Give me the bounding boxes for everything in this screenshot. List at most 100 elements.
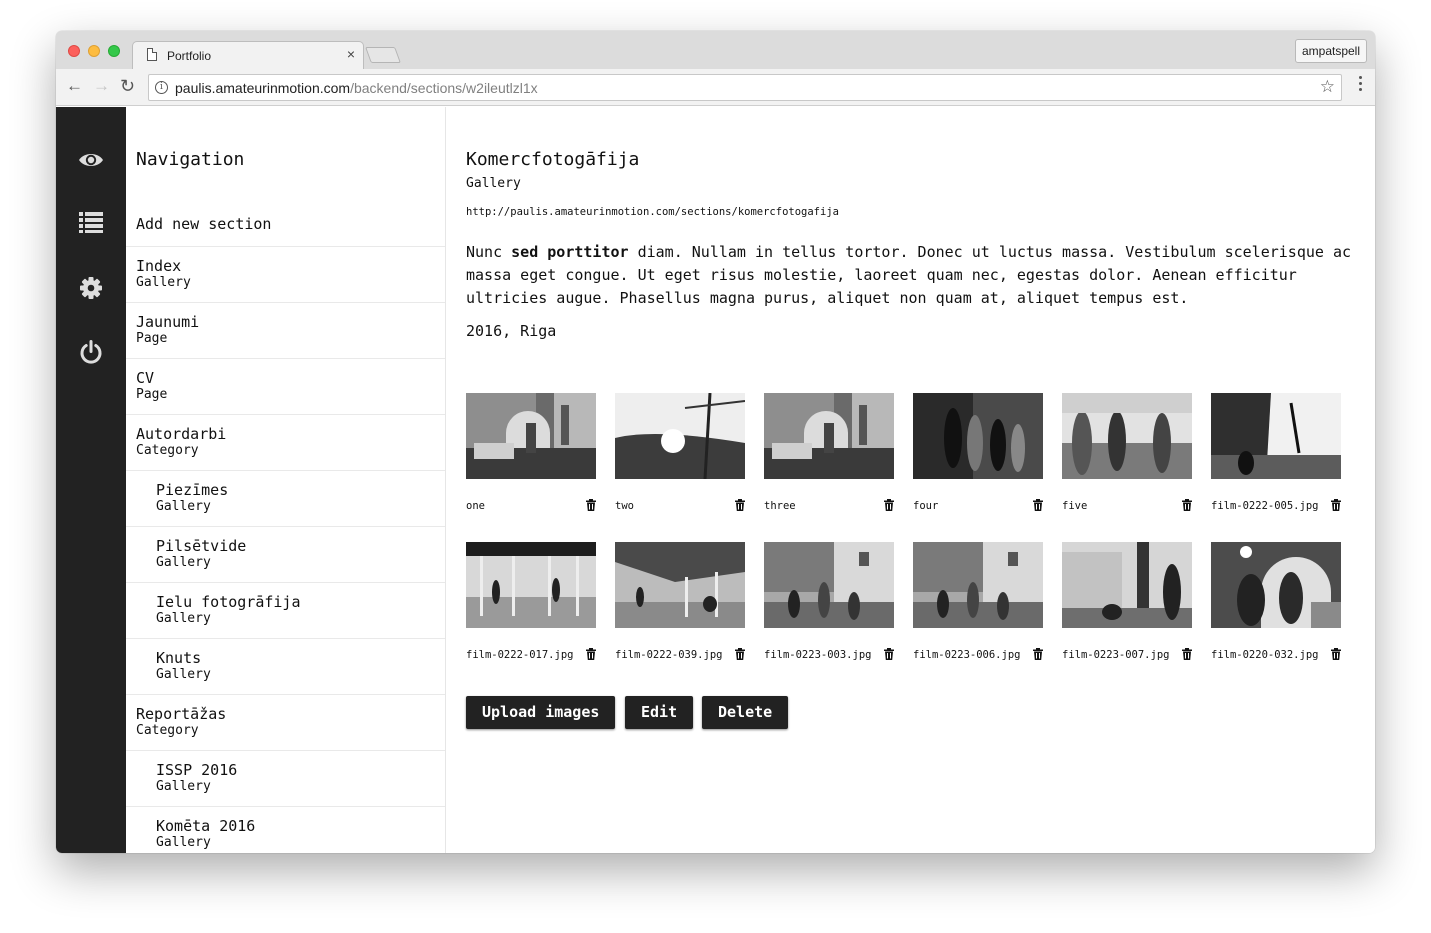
sidebar-item-name: Ielu fotogrāfija <box>156 593 301 611</box>
image-label: five <box>1062 500 1088 512</box>
sidebar-item-name: Pilsētvide <box>156 537 247 555</box>
trash-icon[interactable] <box>1331 499 1341 511</box>
image-label: two <box>615 500 634 512</box>
add-section-link[interactable]: Add new section <box>136 215 271 233</box>
new-tab-button[interactable] <box>365 47 401 63</box>
trash-icon[interactable] <box>1182 499 1192 511</box>
sidebar-item[interactable]: Index Gallery <box>126 246 445 302</box>
zoom-window-button[interactable] <box>108 45 120 57</box>
section-title: Komercfotogāfija <box>466 149 640 170</box>
document-icon <box>147 48 157 61</box>
section-meta: 2016, Riga <box>466 322 557 340</box>
gallery-thumbnail[interactable] <box>466 542 596 628</box>
image-label: film-0222-039.jpg <box>615 649 723 661</box>
info-icon[interactable]: i <box>155 81 168 94</box>
url-path: /backend/sections/w2ileutlzl1x <box>350 80 538 96</box>
trash-icon[interactable] <box>586 499 596 511</box>
section-url[interactable]: http://paulis.amateurinmotion.com/sectio… <box>466 206 839 218</box>
power-icon[interactable] <box>78 339 104 365</box>
reload-icon[interactable]: ↻ <box>120 77 135 95</box>
tab-close-icon[interactable]: × <box>347 47 355 61</box>
gallery-thumbnail[interactable] <box>615 542 745 628</box>
browser-tab[interactable]: Portfolio × <box>132 41 364 69</box>
description-text-start: Nunc <box>466 243 512 261</box>
gallery-thumbnail[interactable] <box>615 393 745 479</box>
image-label: four <box>913 500 939 512</box>
navigation-sidebar: Navigation Add new section Index Gallery J… <box>126 107 446 853</box>
sidebar-item-name: Knuts <box>156 649 202 667</box>
profile-button[interactable]: ampatspell <box>1294 39 1367 63</box>
sidebar-item-type: Gallery <box>156 555 211 570</box>
trash-icon[interactable] <box>1331 648 1341 660</box>
trash-icon[interactable] <box>884 499 894 511</box>
gallery-thumbnail[interactable] <box>913 393 1043 479</box>
trash-icon[interactable] <box>1033 499 1043 511</box>
url-text: paulis.amateurinmotion.com/backend/secti… <box>175 80 538 96</box>
gallery-thumbnail[interactable] <box>1062 542 1192 628</box>
list-icon[interactable] <box>78 209 104 235</box>
sidebar-item-type: Gallery <box>136 275 191 290</box>
sidebar-item-type: Gallery <box>156 835 211 850</box>
delete-button[interactable]: Delete <box>702 696 789 729</box>
sidebar-item-name: Reportāžas <box>136 705 227 723</box>
image-label: film-0222-017.jpg <box>466 649 574 661</box>
image-label: film-0223-006.jpg <box>913 649 1021 661</box>
gallery-thumbnail[interactable] <box>764 393 894 479</box>
sidebar-item-name: Komēta 2016 <box>156 817 256 835</box>
image-label: film-0222-005.jpg <box>1211 500 1319 512</box>
edit-button[interactable]: Edit <box>625 696 694 729</box>
sidebar-item-type: Gallery <box>156 499 211 514</box>
sidebar-item[interactable]: ISSP 2016 Gallery <box>126 750 445 806</box>
sidebar-item-type: Page <box>136 331 168 346</box>
address-bar[interactable]: i paulis.amateurinmotion.com/backend/sec… <box>148 74 1342 101</box>
app-area: Navigation Add new section Index Gallery J… <box>56 107 1375 853</box>
browser-window: Portfolio × ampatspell ← → ↻ i paulis.am… <box>56 31 1375 853</box>
sidebar-item-name: Jaunumi <box>136 313 200 331</box>
trash-icon[interactable] <box>735 648 745 660</box>
upload-images-button[interactable]: Upload images <box>466 696 616 729</box>
gallery-thumbnail[interactable] <box>1211 542 1341 628</box>
image-label: film-0220-032.jpg <box>1211 649 1319 661</box>
eye-icon[interactable] <box>78 147 104 173</box>
sidebar-item[interactable]: CV Page <box>126 358 445 414</box>
sidebar-item-type: Gallery <box>156 667 211 682</box>
sidebar-item-type: Page <box>136 387 168 402</box>
title-bar: Portfolio × ampatspell <box>56 31 1375 69</box>
sidebar-item[interactable]: Autordarbi Category <box>126 414 445 470</box>
back-arrow-icon[interactable]: ← <box>66 77 83 95</box>
browser-menu-icon[interactable] <box>1359 76 1363 94</box>
gear-icon[interactable] <box>78 275 104 301</box>
url-host: paulis.amateurinmotion.com <box>175 80 351 96</box>
sidebar-item[interactable]: Komēta 2016 Gallery <box>126 806 445 853</box>
navigation-list: Index Gallery Jaunumi Page CV Page Autordarbi C… <box>126 246 445 853</box>
sidebar-item[interactable]: Knuts Gallery <box>126 638 445 694</box>
sidebar-item[interactable]: Ielu fotogrāfija Gallery <box>126 582 445 638</box>
close-window-button[interactable] <box>68 45 80 57</box>
image-label: three <box>764 500 796 512</box>
sidebar-item-type: Gallery <box>156 779 211 794</box>
minimize-window-button[interactable] <box>88 45 100 57</box>
trash-icon[interactable] <box>586 648 596 660</box>
image-label: one <box>466 500 485 512</box>
sidebar-item-name: Piezīmes <box>156 481 229 499</box>
sidebar-item[interactable]: Piezīmes Gallery <box>126 470 445 526</box>
forward-arrow-icon[interactable]: → <box>93 77 110 95</box>
sidebar-item[interactable]: Pilsētvide Gallery <box>126 526 445 582</box>
bookmark-star-icon[interactable]: ☆ <box>1320 77 1335 97</box>
trash-icon[interactable] <box>884 648 894 660</box>
icon-bar <box>56 107 126 853</box>
sidebar-item[interactable]: Jaunumi Page <box>126 302 445 358</box>
description-bold: sed porttitor <box>511 243 629 261</box>
trash-icon[interactable] <box>1182 648 1192 660</box>
gallery-thumbnail[interactable] <box>1062 393 1192 479</box>
gallery-thumbnail[interactable] <box>1211 393 1341 479</box>
sidebar-item-type: Category <box>136 443 199 458</box>
trash-icon[interactable] <box>1033 648 1043 660</box>
sidebar-item-name: Autordarbi <box>136 425 227 443</box>
gallery-thumbnail[interactable] <box>913 542 1043 628</box>
gallery-thumbnail[interactable] <box>466 393 596 479</box>
sidebar-item-name: ISSP 2016 <box>156 761 238 779</box>
sidebar-item[interactable]: Reportāžas Category <box>126 694 445 750</box>
trash-icon[interactable] <box>735 499 745 511</box>
gallery-thumbnail[interactable] <box>764 542 894 628</box>
